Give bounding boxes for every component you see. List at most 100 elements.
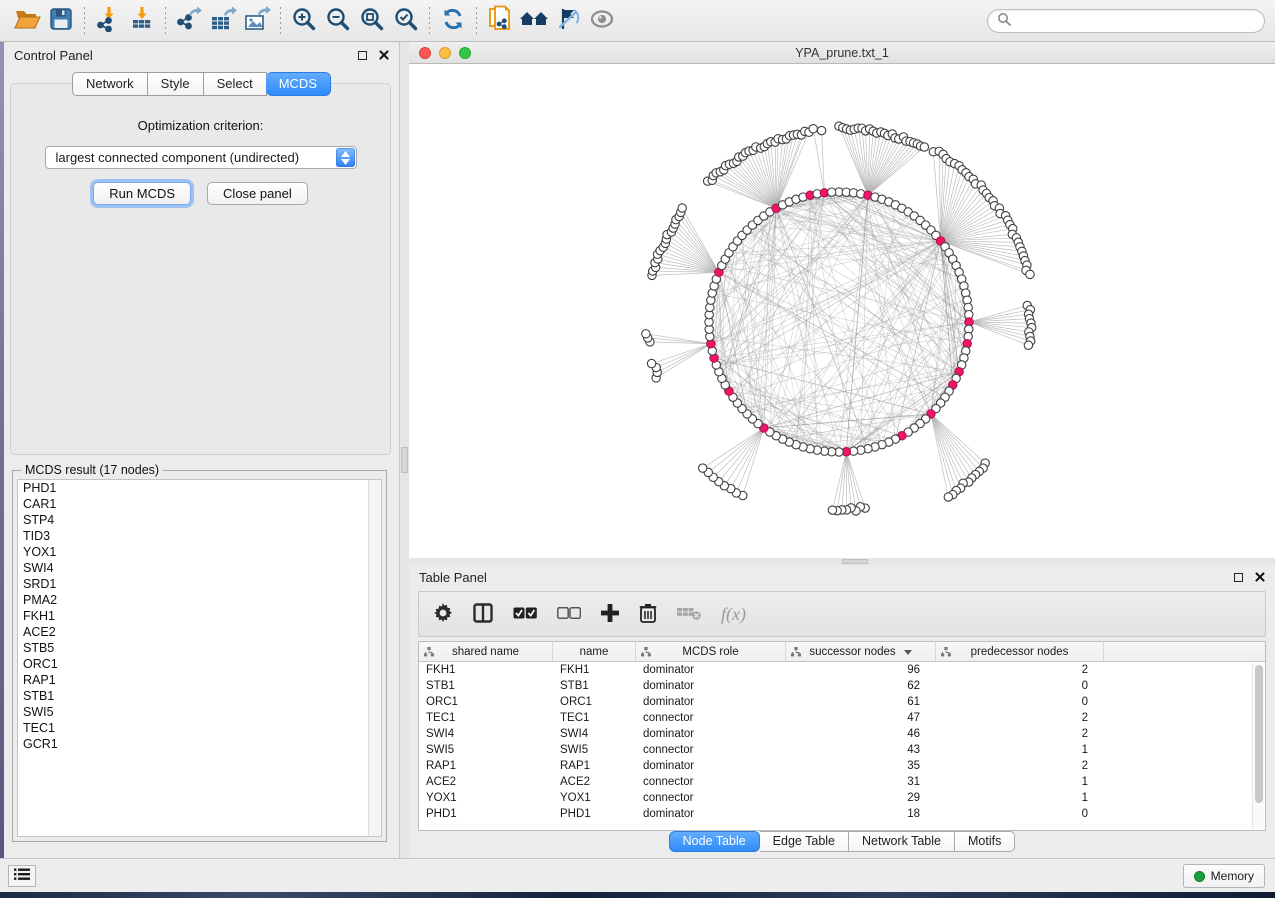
table-row[interactable]: YOX1YOX1connector291 — [419, 790, 1265, 806]
table-row[interactable]: TEC1TEC1connector472 — [419, 710, 1265, 726]
zoom-in-button[interactable] — [287, 4, 321, 38]
table-row[interactable]: SWI5SWI5connector431 — [419, 742, 1265, 758]
table-cell[interactable]: 0 — [936, 808, 1104, 820]
table-cell[interactable]: 18 — [786, 808, 936, 820]
table-cell[interactable]: dominator — [636, 808, 786, 820]
network-node[interactable] — [944, 493, 952, 501]
table-cell[interactable]: FKH1 — [553, 664, 636, 676]
zoom-fit-button[interactable] — [355, 4, 389, 38]
table-cell[interactable]: TEC1 — [419, 712, 553, 724]
divider-handle[interactable] — [842, 559, 868, 564]
mcds-result-item[interactable]: YOX1 — [18, 544, 381, 560]
mcds-list-scrollbar[interactable] — [368, 480, 381, 836]
tab-mcds[interactable]: MCDS — [266, 72, 331, 96]
table-cell[interactable]: 1 — [936, 776, 1104, 788]
table-cell[interactable]: connector — [636, 792, 786, 804]
close-panel-button[interactable]: Close panel — [207, 182, 308, 205]
table-cell[interactable]: FKH1 — [419, 664, 553, 676]
table-cell[interactable]: SWI5 — [419, 744, 553, 756]
vertical-split-divider[interactable] — [400, 42, 409, 858]
column-header-shared-name[interactable]: shared name — [419, 642, 553, 661]
mcds-result-item[interactable]: STB1 — [18, 688, 381, 704]
table-cell[interactable]: RAP1 — [553, 760, 636, 772]
table-cell[interactable]: 46 — [786, 728, 936, 740]
mcds-result-list[interactable]: PHD1CAR1STP4TID3YOX1SWI4SRD1PMA2FKH1ACE2… — [17, 479, 382, 837]
table-cell[interactable]: ACE2 — [419, 776, 553, 788]
table-cell[interactable]: dominator — [636, 680, 786, 692]
table-cell[interactable]: connector — [636, 712, 786, 724]
network-node[interactable] — [642, 330, 650, 338]
table-cell[interactable]: 96 — [786, 664, 936, 676]
mcds-result-item[interactable]: RAP1 — [18, 672, 381, 688]
mcds-result-item[interactable]: SWI4 — [18, 560, 381, 576]
table-cell[interactable]: STB1 — [553, 680, 636, 692]
tab-network-table[interactable]: Network Table — [849, 831, 955, 852]
export-network-button[interactable] — [172, 4, 206, 38]
mcds-result-item[interactable]: ORC1 — [18, 656, 381, 672]
mcds-result-item[interactable]: TEC1 — [18, 720, 381, 736]
zoom-selected-button[interactable] — [389, 4, 423, 38]
network-node[interactable] — [1024, 341, 1032, 349]
table-cell[interactable]: 1 — [936, 744, 1104, 756]
table-cell[interactable]: SWI4 — [419, 728, 553, 740]
hide-flagged-button[interactable] — [551, 4, 585, 38]
search-input[interactable] — [1011, 14, 1255, 28]
table-cell[interactable]: ORC1 — [419, 696, 553, 708]
tab-motifs[interactable]: Motifs — [955, 831, 1015, 852]
table-cell[interactable]: dominator — [636, 760, 786, 772]
mcds-result-item[interactable]: SWI5 — [18, 704, 381, 720]
refresh-view-button[interactable] — [436, 4, 470, 38]
table-cell[interactable]: 1 — [936, 792, 1104, 804]
tab-network[interactable]: Network — [72, 72, 148, 96]
mcds-result-item[interactable]: STP4 — [18, 512, 381, 528]
network-node[interactable] — [920, 143, 928, 151]
table-cell[interactable]: dominator — [636, 696, 786, 708]
table-row[interactable]: ACE2ACE2connector311 — [419, 774, 1265, 790]
import-network-button[interactable] — [91, 4, 125, 38]
table-cell[interactable]: 29 — [786, 792, 936, 804]
table-cell[interactable]: TEC1 — [553, 712, 636, 724]
mcds-result-item[interactable]: CAR1 — [18, 496, 381, 512]
mcds-result-item[interactable]: PMA2 — [18, 592, 381, 608]
table-cell[interactable]: STB1 — [419, 680, 553, 692]
table-row[interactable]: ORC1ORC1dominator610 — [419, 694, 1265, 710]
network-node[interactable] — [817, 126, 825, 134]
network-node[interactable] — [678, 204, 686, 212]
divider-handle[interactable] — [401, 447, 408, 473]
column-header-successor-nodes[interactable]: successor nodes — [786, 642, 936, 661]
export-table-button[interactable] — [206, 4, 240, 38]
mcds-result-item[interactable]: STB5 — [18, 640, 381, 656]
network-node[interactable] — [828, 188, 836, 196]
delete-column-button[interactable] — [639, 599, 657, 629]
table-cell[interactable]: SWI4 — [553, 728, 636, 740]
table-cell[interactable]: PHD1 — [553, 808, 636, 820]
tab-select[interactable]: Select — [204, 72, 267, 96]
show-columns-button[interactable] — [473, 599, 493, 629]
import-table-button[interactable] — [125, 4, 159, 38]
duplicate-network-button[interactable] — [483, 4, 517, 38]
column-header-MCDS-role[interactable]: MCDS role — [636, 642, 786, 661]
deselect-all-button[interactable] — [557, 599, 581, 629]
table-cell[interactable]: SWI5 — [553, 744, 636, 756]
table-cell[interactable]: 61 — [786, 696, 936, 708]
mcds-result-item[interactable]: TID3 — [18, 528, 381, 544]
table-cell[interactable]: connector — [636, 776, 786, 788]
save-session-button[interactable] — [44, 4, 78, 38]
float-panel-icon[interactable] — [358, 51, 367, 60]
mcds-result-item[interactable]: GCR1 — [18, 736, 381, 752]
table-cell[interactable]: connector — [636, 744, 786, 756]
export-image-button[interactable] — [240, 4, 274, 38]
table-cell[interactable]: 47 — [786, 712, 936, 724]
table-scrollbar[interactable] — [1252, 663, 1264, 829]
mcds-result-item[interactable]: FKH1 — [18, 608, 381, 624]
mcds-result-item[interactable]: PHD1 — [18, 480, 381, 496]
table-row[interactable]: FKH1FKH1dominator962 — [419, 662, 1265, 678]
table-row[interactable]: RAP1RAP1dominator352 — [419, 758, 1265, 774]
table-cell[interactable]: 43 — [786, 744, 936, 756]
table-cell[interactable]: 62 — [786, 680, 936, 692]
mcds-result-item[interactable]: ACE2 — [18, 624, 381, 640]
table-row[interactable]: SWI4SWI4dominator462 — [419, 726, 1265, 742]
column-header-name[interactable]: name — [553, 642, 636, 661]
table-cell[interactable]: YOX1 — [553, 792, 636, 804]
memory-button[interactable]: Memory — [1183, 864, 1265, 888]
